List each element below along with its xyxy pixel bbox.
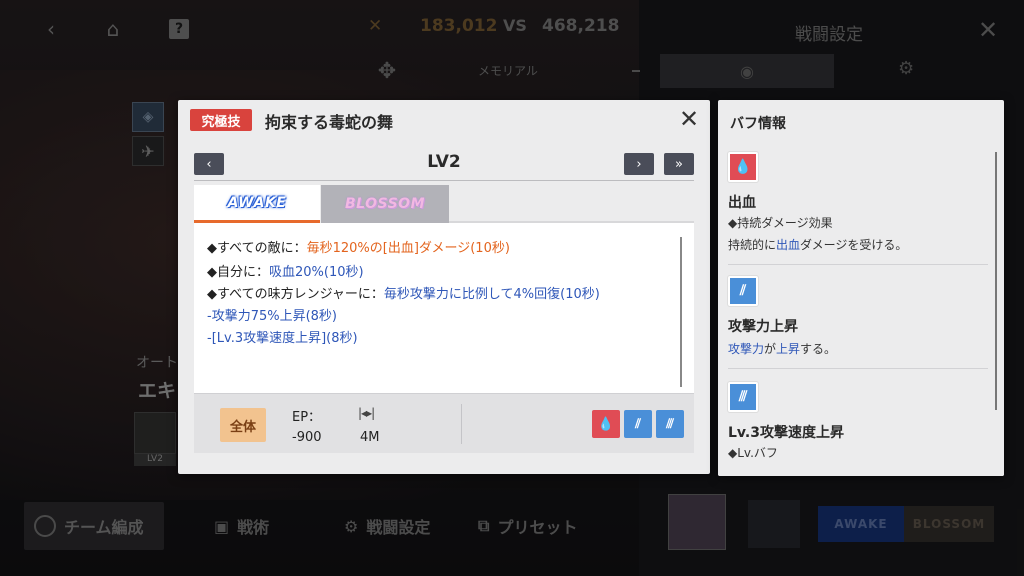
attack-up-icon[interactable]: ⫽	[624, 410, 652, 438]
divider	[728, 368, 988, 369]
level-selector: LV2 ‹ › »	[194, 152, 694, 176]
desc-text: 持続的に	[728, 238, 777, 252]
range-value: 4M	[360, 430, 380, 445]
divider	[461, 404, 462, 444]
buff-name: Lv.3攻撃速度上昇	[728, 425, 844, 441]
level-next-button[interactable]: ›	[624, 153, 654, 175]
desc-highlight: 吸血20%(10秒)	[269, 265, 364, 280]
level-max-button[interactable]: »	[664, 153, 694, 175]
chevron-left-icon: ‹	[206, 156, 212, 172]
desc-line: -[Lv.3攻撃速度上昇](8秒)	[207, 331, 358, 346]
desc-prefix: ◆すべての敵に：	[207, 241, 307, 256]
range-icon: |◂▸|	[358, 406, 375, 420]
divider	[194, 180, 694, 181]
tab-awake[interactable]: AWAKE	[194, 185, 320, 223]
divider	[728, 264, 988, 265]
tab-blossom-label: BLOSSOM	[345, 196, 425, 212]
target-all-badge: 全体	[220, 408, 266, 442]
bleed-icon: 💧	[728, 152, 758, 182]
bleed-icon[interactable]: 💧	[592, 410, 620, 438]
buff-name: 攻撃力上昇	[728, 319, 798, 335]
chevron-right-icon: ›	[636, 156, 642, 172]
desc-text: ダメージを受ける。	[800, 238, 908, 252]
desc-highlight: 毎秒120%の[出血]ダメージ(10秒)	[306, 241, 510, 256]
skill-tabs: AWAKE BLOSSOM	[194, 185, 694, 223]
desc-line: -攻撃力75%上昇(8秒)	[207, 309, 338, 324]
ep-value: -900	[292, 430, 322, 445]
buff-description: 攻撃力が上昇する。	[728, 340, 836, 357]
buff-info-panel: バフ情報 💧 出血 ◆持続ダメージ効果 持続的に出血ダメージを受ける。 ⫽ 攻撃…	[718, 100, 1004, 476]
ultimate-badge: 究極技	[190, 109, 252, 131]
level-label: LV2	[427, 152, 461, 172]
attack-speed-up-icon[interactable]: ⫻	[656, 410, 684, 438]
buff-description: 持続的に出血ダメージを受ける。	[728, 236, 907, 253]
attack-speed-up-icon: ⫻	[728, 382, 758, 412]
desc-highlight: 毎秒攻撃力に比例して4%回復(10秒)	[383, 287, 600, 302]
skill-name: 拘束する毒蛇の舞	[265, 113, 394, 132]
ep-label: EP：	[292, 410, 322, 425]
tab-awake-label: AWAKE	[227, 194, 287, 211]
attack-up-icon: ⫽	[728, 276, 758, 306]
desc-line: ◆自分に：吸血20%(10秒)	[207, 261, 364, 280]
buff-name: 出血	[728, 195, 756, 211]
scrollbar[interactable]	[995, 152, 997, 410]
buff-panel-title: バフ情報	[730, 116, 786, 132]
skill-detail-popup: 究極技 拘束する毒蛇の舞 ✕ LV2 ‹ › » AWAKE BLOSSOM ◆…	[178, 100, 710, 474]
level-prev-button[interactable]: ‹	[194, 153, 224, 175]
tab-blossom[interactable]: BLOSSOM	[321, 185, 449, 223]
skill-info-bar: 全体 EP： -900 |◂▸| 4M 💧 ⫽ ⫻	[194, 393, 694, 453]
desc-highlight: 出血	[776, 238, 801, 252]
close-button[interactable]: ✕	[676, 106, 702, 132]
desc-text: する。	[800, 342, 837, 356]
desc-prefix: ◆自分に：	[207, 265, 269, 280]
desc-highlight: 上昇	[776, 342, 801, 356]
desc-text: が	[764, 342, 777, 356]
desc-highlight: 攻撃力	[728, 342, 765, 356]
desc-prefix: ◆すべての味方レンジャーに：	[207, 287, 384, 302]
popup-header: 究極技 拘束する毒蛇の舞 ✕	[178, 100, 710, 140]
double-chevron-right-icon: »	[675, 156, 683, 172]
scrollbar[interactable]	[680, 237, 682, 387]
skill-description: ◆すべての敵に：毎秒120%の[出血]ダメージ(10秒) ◆自分に：吸血20%(…	[194, 223, 694, 393]
desc-line: ◆すべての味方レンジャーに：毎秒攻撃力に比例して4%回復(10秒)	[207, 283, 600, 302]
buff-subtitle: ◆持続ダメージ効果	[728, 216, 833, 230]
scroll-fade	[718, 456, 1004, 476]
desc-line: ◆すべての敵に：毎秒120%の[出血]ダメージ(10秒)	[207, 237, 510, 256]
close-icon: ✕	[678, 105, 700, 133]
